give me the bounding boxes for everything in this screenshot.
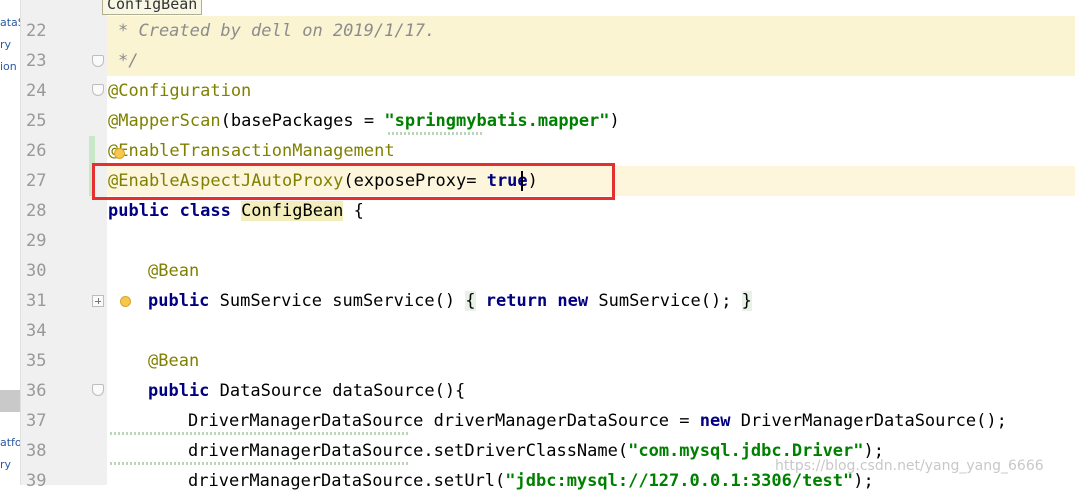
project-item[interactable]: ion [0, 60, 17, 73]
keyword: public class [108, 201, 242, 221]
line-number: 29 [26, 231, 47, 251]
code-line-31[interactable]: public SumService sumService() { return … [148, 286, 752, 316]
project-item[interactable]: ry [0, 458, 11, 471]
brace: { [465, 291, 476, 311]
code-text: DataSource dataSource(){ [219, 381, 466, 401]
code-line-25[interactable]: @MapperScan(basePackages = "springmybati… [108, 106, 620, 136]
code-line-39[interactable]: driverManagerDataSource.setUrl("jdbc:mys… [188, 466, 874, 496]
line-number: 28 [26, 201, 47, 221]
fold-start-icon[interactable] [92, 84, 104, 96]
code-text: driverManagerDataSource.setDriverClassNa… [188, 441, 629, 461]
line-number: 23 [26, 51, 47, 71]
spellcheck-underline [110, 432, 410, 435]
code-line-23[interactable]: */ [118, 46, 138, 76]
code-text: driverManagerDataSource.setUrl( [188, 471, 506, 491]
class-name: ConfigBean [241, 201, 344, 221]
fold-end-icon[interactable] [92, 55, 104, 67]
line-number: 24 [26, 81, 47, 101]
brace: } [741, 291, 752, 311]
code-text: DriverManagerDataSource driverManagerDat… [188, 411, 700, 431]
project-panel-edge[interactable]: ataS ry ion atfo ry [0, 0, 21, 485]
line-number: 30 [26, 261, 47, 281]
code-text: ) [609, 111, 620, 131]
code-text: DriverManagerDataSource(); [730, 411, 1007, 431]
string-literal: "jdbc:mysql://127.0.0.1:3306/test" [505, 471, 854, 491]
keyword: new [699, 411, 731, 431]
project-item[interactable]: atfo [0, 436, 20, 449]
intention-bulb-icon[interactable] [114, 148, 125, 159]
line-number: 36 [26, 381, 47, 401]
code-line-28[interactable]: public class ConfigBean { [108, 196, 364, 226]
line-number: 39 [26, 471, 47, 491]
project-selection [0, 390, 20, 412]
code-text: { [343, 201, 364, 221]
fold-start-icon[interactable] [92, 384, 104, 396]
code-line-30[interactable]: @Bean [148, 256, 199, 286]
class-tooltip: ConfigBean [102, 0, 203, 15]
text-caret [521, 171, 523, 191]
line-number: 22 [26, 21, 47, 41]
project-item[interactable]: ry [0, 38, 11, 51]
code-line-26[interactable]: @EnableTransactionManagement [108, 136, 395, 166]
keyword: public [148, 291, 220, 311]
line-number: 35 [26, 351, 47, 371]
line-number: 37 [26, 411, 47, 431]
line-number: 25 [26, 111, 47, 131]
line-number: 26 [26, 141, 47, 161]
highlight-box [92, 163, 615, 200]
string-literal: "springmybatis.mapper" [384, 111, 610, 131]
code-line-35[interactable]: @Bean [148, 346, 199, 376]
fold-expand-icon[interactable] [92, 295, 104, 307]
code-text: SumService sumService() [219, 291, 466, 311]
code-line-36[interactable]: public DataSource dataSource(){ [148, 376, 465, 406]
keyword: return new [475, 291, 599, 311]
line-number: 27 [26, 171, 47, 191]
line-number: 34 [26, 321, 47, 341]
spellcheck-underline [110, 462, 410, 465]
watermark: https://blog.csdn.net/yang_yang_6666 [775, 458, 1044, 474]
code-text: SumService(); [598, 291, 742, 311]
spellcheck-underline [388, 132, 483, 135]
line-number: 38 [26, 441, 47, 461]
intention-bulb-icon[interactable] [120, 296, 131, 307]
code-text: ); [853, 471, 874, 491]
project-item[interactable]: ataS [0, 16, 20, 29]
code-line-22[interactable]: * Created by dell on 2019/1/17. [118, 16, 435, 46]
code-line-24[interactable]: @Configuration [108, 76, 251, 106]
annotation: @MapperScan [108, 111, 221, 131]
keyword: public [148, 381, 220, 401]
line-number: 31 [26, 291, 47, 311]
code-text: (basePackages = [220, 111, 385, 131]
